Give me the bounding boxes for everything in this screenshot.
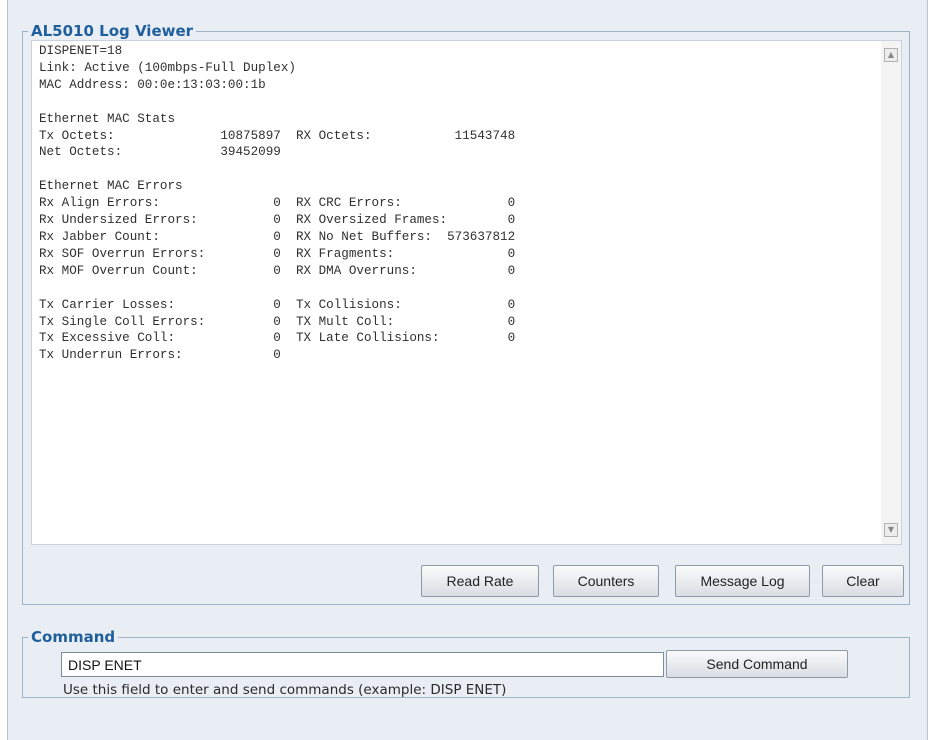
counters-button[interactable]: Counters: [553, 565, 659, 597]
log-output-text: DISPENET=18 Link: Active (100mbps-Full D…: [39, 44, 516, 363]
command-input[interactable]: [61, 652, 664, 677]
command-help-text: Use this field to enter and send command…: [63, 682, 507, 698]
message-log-button[interactable]: Message Log: [675, 565, 810, 597]
send-command-button[interactable]: Send Command: [666, 650, 848, 678]
log-scrollbar[interactable]: ▲ ▼: [881, 41, 901, 544]
scroll-up-icon[interactable]: ▲: [884, 48, 898, 62]
scroll-down-icon[interactable]: ▼: [884, 523, 898, 537]
log-output-area[interactable]: DISPENET=18 Link: Active (100mbps-Full D…: [31, 40, 902, 545]
command-title: Command: [31, 628, 116, 646]
log-viewer-title: AL5010 Log Viewer: [31, 22, 194, 40]
clear-button[interactable]: Clear: [822, 565, 904, 597]
read-rate-button[interactable]: Read Rate: [421, 565, 539, 597]
